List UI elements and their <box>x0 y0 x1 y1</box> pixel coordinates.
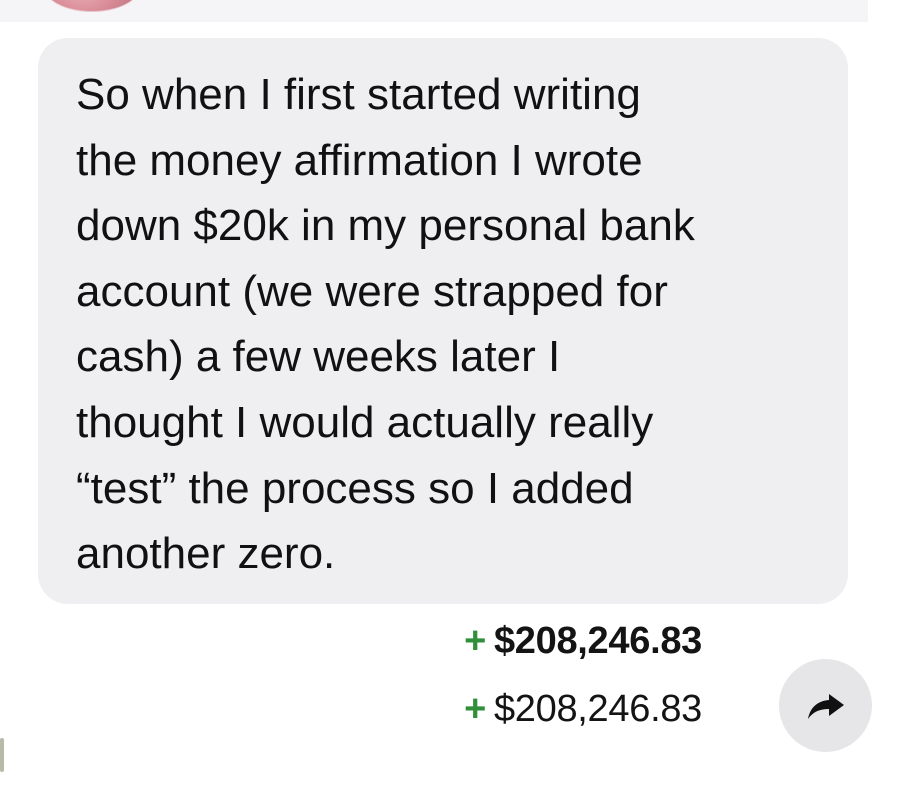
message-line: the money affirmation I wrote <box>76 135 643 185</box>
message-text: So when I first started writing the mone… <box>76 62 806 587</box>
edge-mark <box>0 738 4 772</box>
plus-sign: + <box>464 688 486 730</box>
message-line: another zero. <box>76 529 336 579</box>
amount-bold: + $208,246.83 <box>464 620 702 663</box>
message-line: account (we were strapped for <box>76 266 668 316</box>
plus-sign: + <box>464 620 486 662</box>
message-line: So when I first started writing <box>76 70 641 119</box>
message-line: cash) a few weeks later I <box>76 332 561 382</box>
message-bubble[interactable]: So when I first started writing the mone… <box>38 38 848 604</box>
share-arrow-icon <box>807 693 844 719</box>
message-line: thought I would actually really <box>76 397 654 447</box>
previous-message-strip <box>0 0 868 22</box>
message-line: “test” the process so I added <box>76 463 634 513</box>
amount-value: $208,246.83 <box>493 620 702 662</box>
amount-regular: + $208,246.83 <box>464 688 702 731</box>
message-line: down $20k in my personal bank <box>76 201 695 251</box>
amount-value: $208,246.83 <box>493 688 702 730</box>
share-button[interactable] <box>779 659 872 752</box>
